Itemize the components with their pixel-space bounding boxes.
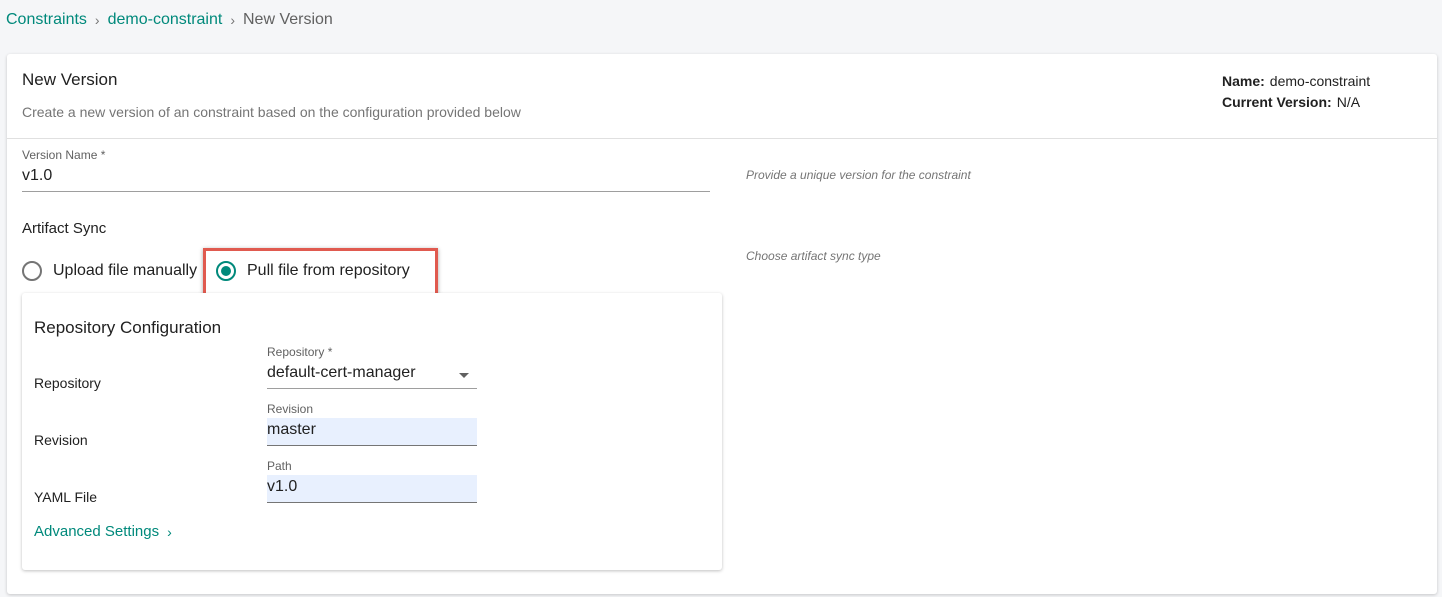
revision-field-label: Revision: [267, 402, 314, 416]
repository-select[interactable]: default-cert-manager: [267, 364, 477, 388]
chevron-right-icon: ›: [167, 523, 172, 540]
revision-input-value: master: [267, 421, 316, 438]
dropdown-arrow-icon[interactable]: [459, 373, 469, 378]
page-subtitle: Create a new version of an constraint ba…: [22, 104, 521, 120]
breadcrumb-link-constraints[interactable]: Constraints: [6, 11, 87, 29]
advanced-settings-link[interactable]: Advanced Settings ›: [34, 523, 172, 540]
highlight-annotation: [203, 248, 438, 296]
version-name-hint: Provide a unique version for the constra…: [746, 168, 971, 182]
breadcrumb-separator: ›: [230, 12, 235, 28]
repository-config-title: Repository Configuration: [34, 318, 222, 337]
artifact-sync-hint: Choose artifact sync type: [746, 249, 881, 263]
version-name-input[interactable]: v1.0: [22, 167, 710, 191]
meta-name-label: Name:: [1222, 73, 1265, 89]
breadcrumb-link-demo-constraint[interactable]: demo-constraint: [108, 11, 223, 29]
radio-upload-manually[interactable]: Upload file manually: [22, 261, 197, 281]
path-field-label: Path: [267, 459, 292, 473]
advanced-settings-label: Advanced Settings: [34, 523, 160, 540]
breadcrumb: Constraints › demo-constraint › New Vers…: [6, 11, 333, 29]
version-name-underline: [22, 191, 710, 192]
artifact-sync-title: Artifact Sync: [22, 220, 107, 237]
repository-row-label: Repository: [34, 375, 101, 391]
path-input-value: v1.0: [267, 478, 298, 495]
constraint-meta: Name: demo-constraint Current Version: N/A: [1222, 71, 1370, 113]
repository-config-panel: Repository Configuration Repository Repo…: [22, 293, 722, 570]
path-input[interactable]: v1.0: [267, 475, 477, 503]
revision-row-label: Revision: [34, 432, 88, 448]
radio-upload-label: Upload file manually: [53, 262, 198, 279]
meta-version-value: N/A: [1336, 94, 1361, 110]
meta-version-label: Current Version:: [1222, 94, 1332, 110]
page-title: New Version: [22, 70, 118, 89]
card-header: New Version Create a new version of an c…: [7, 54, 1437, 139]
revision-input[interactable]: master: [267, 418, 477, 446]
breadcrumb-current: New Version: [242, 11, 333, 28]
new-version-card: New Version Create a new version of an c…: [7, 54, 1437, 594]
meta-name-value: demo-constraint: [1269, 73, 1371, 89]
version-name-label: Version Name *: [22, 148, 106, 162]
repository-field-label: Repository *: [267, 345, 333, 359]
yaml-file-row-label: YAML File: [34, 489, 98, 505]
breadcrumb-separator: ›: [94, 12, 100, 28]
radio-unchecked-icon[interactable]: [22, 261, 42, 281]
repository-underline: [267, 388, 477, 389]
